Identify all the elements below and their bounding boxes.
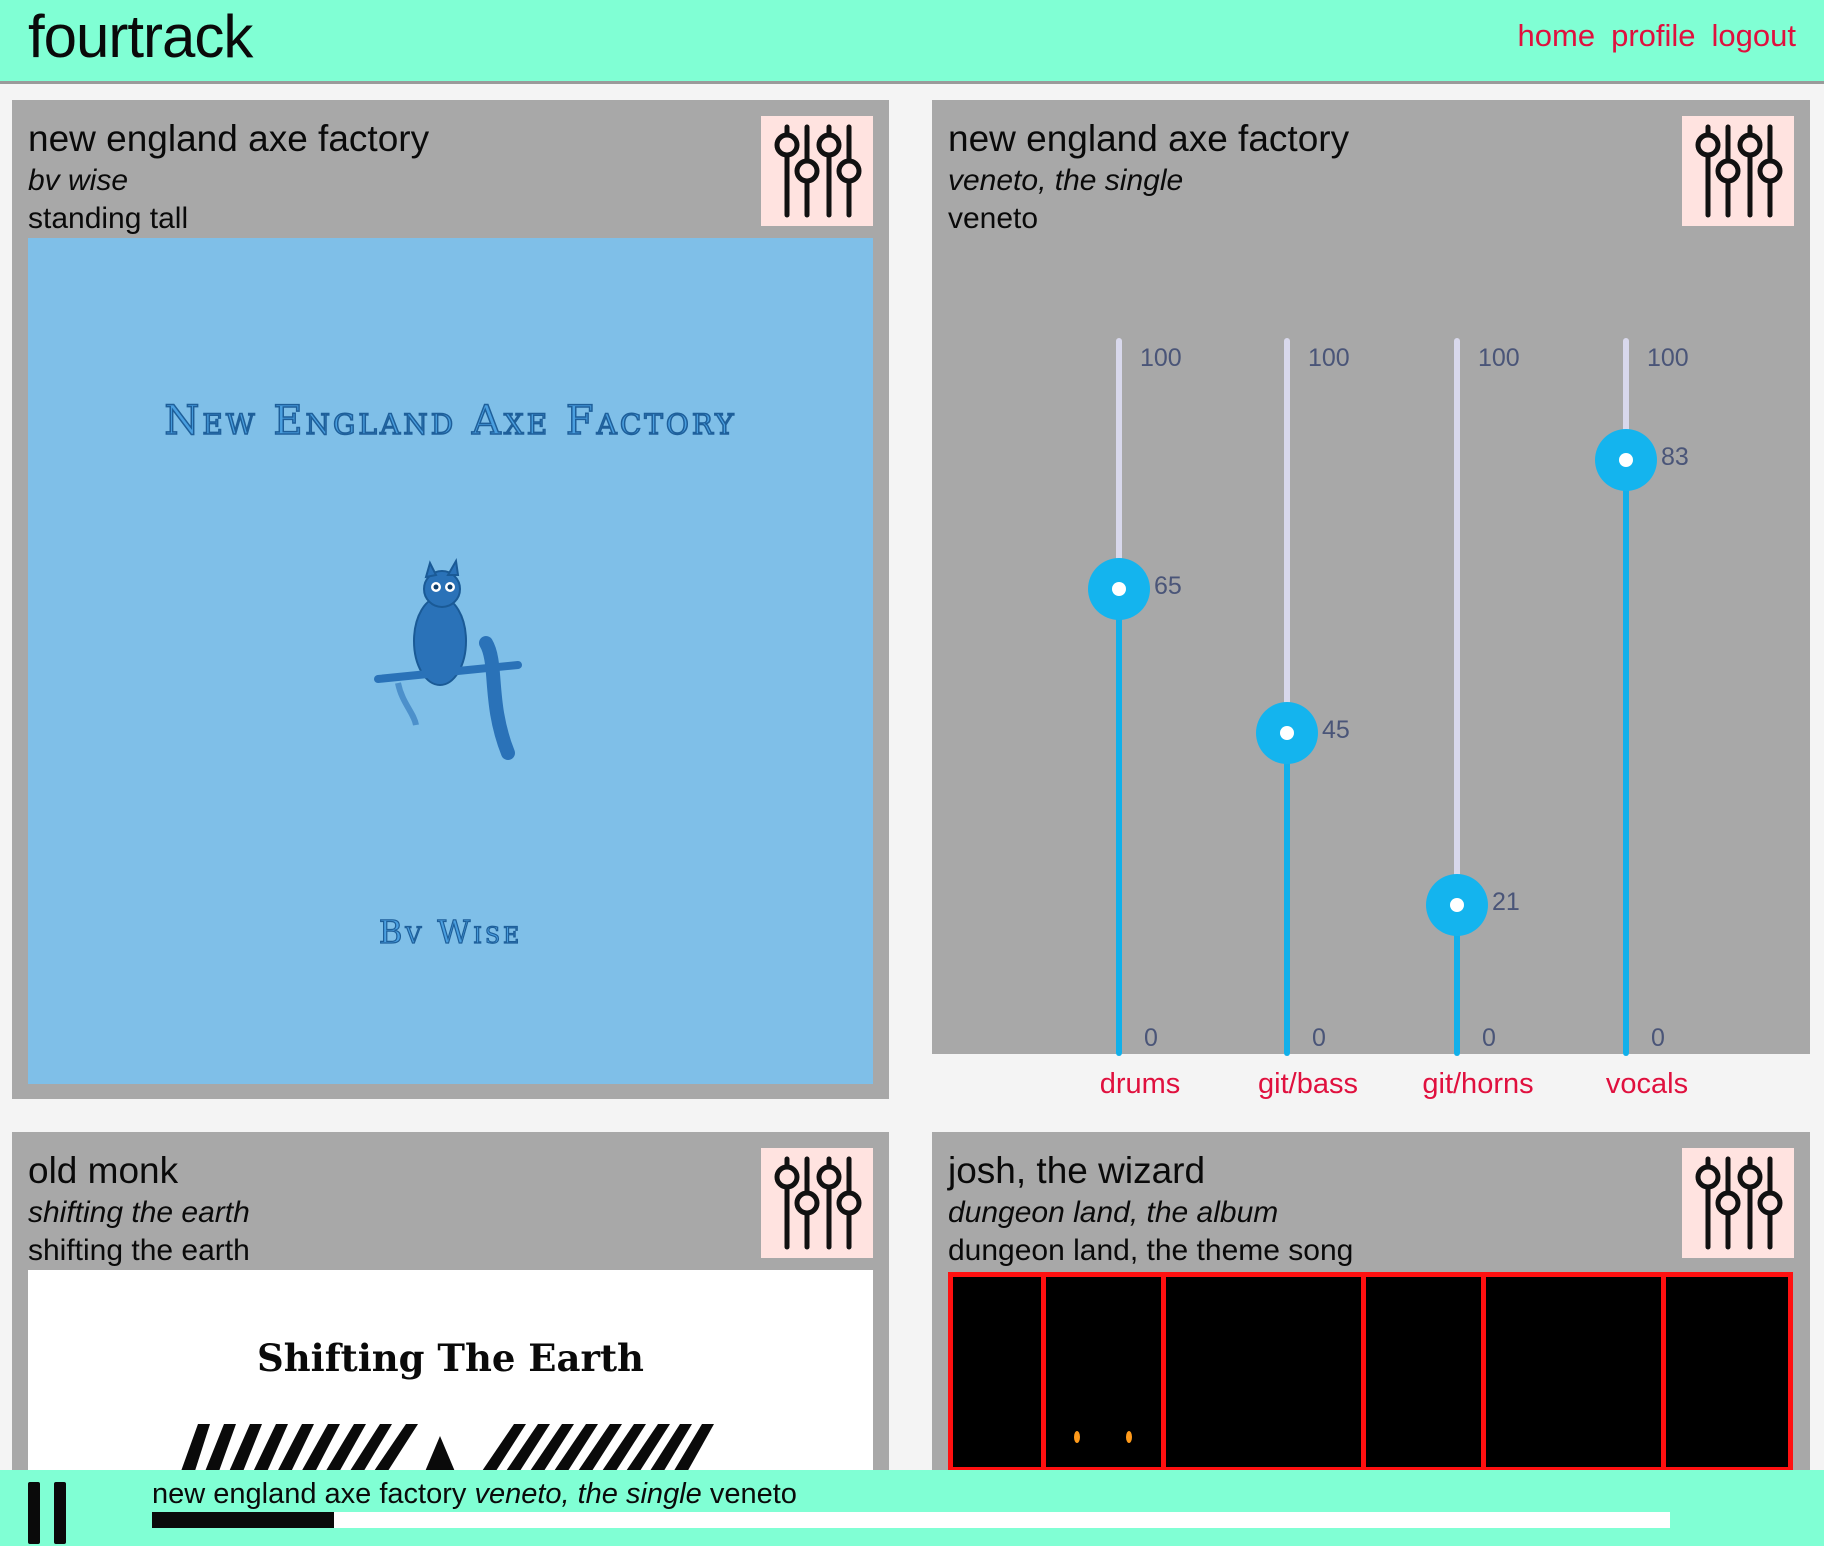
player-bar: new england axe factory veneto, the sing… bbox=[0, 1470, 1824, 1546]
pause-icon bbox=[54, 1482, 66, 1544]
nav-profile-link[interactable]: profile bbox=[1611, 18, 1695, 54]
card-album: shifting the earth bbox=[28, 1196, 250, 1229]
mixer-panel: 100 0 65 drums 100 0 45 git/bass 100 0 2… bbox=[932, 100, 1810, 1100]
progress-fill bbox=[152, 1512, 335, 1528]
mixer-toggle-button[interactable] bbox=[761, 116, 873, 226]
mixer-sliders-icon bbox=[774, 1156, 862, 1250]
track-card: new england axe factory bv wise standing… bbox=[12, 100, 889, 1099]
slider-knob[interactable] bbox=[1088, 558, 1150, 621]
mixer-toggle-button[interactable] bbox=[1682, 1148, 1794, 1258]
channel-name-vocals[interactable]: vocals bbox=[1577, 1068, 1717, 1101]
slider-min-label: 0 bbox=[1651, 1024, 1665, 1052]
channel-git-bass: 100 0 45 git/bass bbox=[1252, 338, 1412, 1108]
slider-max-label: 100 bbox=[1478, 344, 1520, 372]
mixer-sliders-icon bbox=[1695, 1156, 1783, 1250]
track-card: old monk shifting the earth shifting the… bbox=[12, 1132, 889, 1472]
card-artist-title: new england axe factory bbox=[28, 118, 430, 159]
progress-bar[interactable] bbox=[152, 1512, 1670, 1528]
sunburst-graphic bbox=[181, 1424, 714, 1470]
now-playing-title: new england axe factory bbox=[152, 1478, 467, 1510]
app-logo[interactable]: fourtrack bbox=[28, 2, 253, 71]
slider-max-label: 100 bbox=[1308, 344, 1350, 372]
dungeon-bars-graphic bbox=[1041, 1277, 1666, 1467]
slider-knob[interactable] bbox=[1256, 701, 1318, 764]
slider-value-label: 65 bbox=[1154, 572, 1182, 601]
main-nav: home profile logout bbox=[1518, 18, 1796, 54]
pause-icon bbox=[28, 1482, 40, 1544]
slider-min-label: 0 bbox=[1312, 1024, 1326, 1052]
mixer-sliders-icon bbox=[774, 124, 862, 218]
channel-git-horns: 100 0 21 git/horns bbox=[1422, 338, 1582, 1108]
nav-home-link[interactable]: home bbox=[1518, 18, 1596, 54]
channel-name-drums[interactable]: drums bbox=[1070, 1068, 1210, 1101]
slider-min-label: 0 bbox=[1144, 1024, 1158, 1052]
slider-fill bbox=[1284, 732, 1290, 1056]
slider-value-label: 83 bbox=[1661, 443, 1689, 472]
pause-button[interactable] bbox=[28, 1482, 76, 1544]
mixer-toggle-button[interactable] bbox=[761, 1148, 873, 1258]
now-playing: new england axe factory veneto, the sing… bbox=[152, 1478, 797, 1511]
slider-knob[interactable] bbox=[1595, 429, 1657, 492]
card-album: dungeon land, the album bbox=[948, 1196, 1279, 1229]
slider-value-label: 21 bbox=[1492, 888, 1520, 917]
slider-fill bbox=[1623, 460, 1629, 1056]
album-art-title: New England Axe Factory bbox=[164, 397, 737, 445]
channel-vocals: 100 0 83 vocals bbox=[1591, 338, 1751, 1108]
track-card: josh, the wizard dungeon land, the album… bbox=[932, 1132, 1810, 1472]
nav-logout-link[interactable]: logout bbox=[1712, 18, 1796, 54]
track-card-mixer: new england axe factory veneto, the sing… bbox=[932, 100, 1810, 1100]
card-song: dungeon land, the theme song bbox=[948, 1234, 1354, 1267]
album-art[interactable]: New England Axe Factory Bv Wise bbox=[28, 238, 873, 1084]
slider-max-label: 100 bbox=[1140, 344, 1182, 372]
card-artist-title: old monk bbox=[28, 1150, 179, 1191]
album-art[interactable]: Shifting The Earth bbox=[28, 1270, 873, 1470]
album-art[interactable] bbox=[948, 1272, 1793, 1472]
card-artist-title: josh, the wizard bbox=[948, 1150, 1206, 1191]
slider-min-label: 0 bbox=[1482, 1024, 1496, 1052]
card-song: standing tall bbox=[28, 202, 189, 235]
slider-max-label: 100 bbox=[1647, 344, 1689, 372]
app-header: fourtrack home profile logout bbox=[0, 0, 1824, 84]
channel-name-git-horns[interactable]: git/horns bbox=[1408, 1068, 1548, 1101]
owl-illustration bbox=[374, 557, 522, 760]
card-song: shifting the earth bbox=[28, 1234, 250, 1267]
channel-name-git-bass[interactable]: git/bass bbox=[1238, 1068, 1378, 1101]
channel-drums: 100 0 65 drums bbox=[1084, 338, 1244, 1108]
now-playing-album: veneto, the single bbox=[474, 1478, 702, 1510]
album-art-artist: Bv Wise bbox=[378, 912, 523, 951]
now-playing-song: veneto bbox=[709, 1478, 797, 1510]
album-art-title: Shifting The Earth bbox=[257, 1336, 644, 1380]
slider-value-label: 45 bbox=[1322, 715, 1350, 744]
slider-knob[interactable] bbox=[1426, 874, 1488, 937]
slider-fill bbox=[1116, 589, 1122, 1056]
card-album: bv wise bbox=[28, 164, 129, 197]
